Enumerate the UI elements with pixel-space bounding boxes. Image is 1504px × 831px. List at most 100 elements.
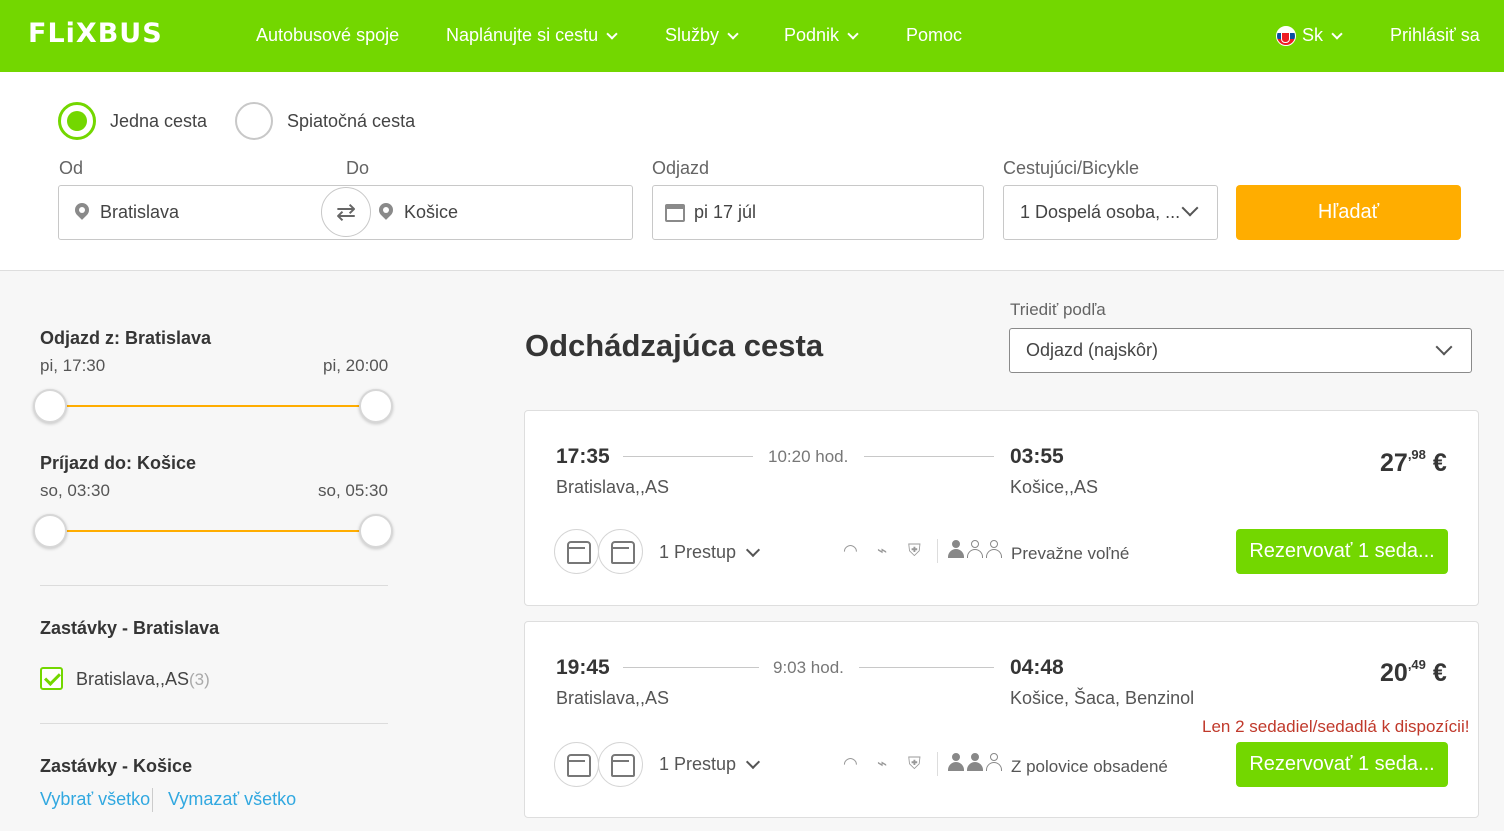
wifi-icon: ◠ — [843, 754, 858, 773]
arrival-slider-track — [50, 530, 376, 532]
nav-label: Naplánujte si cestu — [446, 25, 599, 45]
flixbus-logo[interactable]: FLiXBUS — [28, 18, 163, 49]
sort-value: Odjazd (najskôr) — [1026, 340, 1159, 360]
passengers-value: 1 Dospelá osoba, ... — [1020, 202, 1181, 222]
price-cents: ,98 — [1407, 447, 1426, 462]
occupancy-icon — [947, 540, 1007, 562]
radio-one-way[interactable]: Jedna cesta — [58, 102, 207, 140]
trip-price: 27,98 € — [1380, 447, 1447, 478]
price-main: 27 — [1380, 449, 1408, 477]
arrival-max-time: so, 05:30 — [318, 481, 388, 500]
departure-slider-min-handle[interactable] — [33, 389, 67, 423]
stops-to-title: Zastávky - Košice — [40, 756, 193, 776]
book-seat-button[interactable]: Rezervovať 1 seda... — [1236, 529, 1448, 574]
divider — [40, 723, 388, 724]
transfer-toggle[interactable]: 1 Prestup — [659, 542, 761, 563]
trip-card: 17:35 10:20 hod. 03:55 Bratislava,,AS Ko… — [524, 410, 1479, 606]
price-currency: € — [1432, 449, 1447, 477]
power-plug-icon: ⌁ — [877, 754, 888, 773]
arrival-min-time: so, 03:30 — [40, 481, 110, 500]
seat-availability-warning: Len 2 sedadiel/sedadlá k dispozícii! — [1202, 717, 1470, 736]
trip-duration: 10:20 hod. — [768, 447, 849, 466]
route-line — [859, 667, 994, 668]
link-separator — [152, 788, 153, 812]
radio-round-trip[interactable]: Spiatočná cesta — [235, 102, 415, 140]
stops-from-title: Zastávky - Bratislava — [40, 618, 220, 638]
arrival-slider-min-handle[interactable] — [33, 514, 67, 548]
chevron-down-icon — [727, 27, 739, 40]
radio-label: Spiatočná cesta — [287, 110, 416, 131]
person-icon — [985, 753, 1003, 771]
passengers-select[interactable]: 1 Dospelá osoba, ... — [1003, 185, 1218, 240]
power-plug-icon: ⌁ — [877, 541, 888, 560]
person-icon — [947, 540, 965, 558]
chevron-down-icon — [1181, 199, 1199, 217]
date-label: Odjazd — [652, 158, 710, 178]
arrival-station: Košice, Šaca, Benzinol — [1010, 688, 1195, 708]
hygiene-icon: ⛨ — [908, 754, 921, 773]
sort-select[interactable]: Odjazd (najskôr) — [1009, 328, 1472, 373]
date-value: pi 17 júl — [694, 202, 757, 222]
transfer-label: 1 Prestup — [659, 754, 737, 774]
search-panel: Jedna cesta Spiatočná cesta Od Do Bratis… — [0, 72, 1504, 271]
arrival-time: 04:48 — [1010, 656, 1064, 679]
language-label: Sk — [1302, 25, 1324, 45]
departure-slider-max-handle[interactable] — [359, 389, 393, 423]
occupancy-label: Z polovice obsadené — [1011, 757, 1168, 776]
departure-slider-track — [50, 405, 376, 407]
price-currency: € — [1432, 659, 1447, 687]
transfer-toggle[interactable]: 1 Prestup — [659, 754, 761, 775]
bus-icon — [598, 742, 643, 787]
amenity-separator — [937, 539, 938, 563]
from-value: Bratislava — [100, 202, 180, 222]
trip-card: 19:45 9:03 hod. 04:48 Bratislava,,AS Koš… — [524, 621, 1479, 818]
stop-checkbox-checked[interactable] — [40, 667, 63, 690]
radio-selected-icon — [58, 102, 96, 140]
transfer-label: 1 Prestup — [659, 542, 737, 562]
arrival-filter-title: Príjazd do: Košice — [40, 453, 197, 473]
language-selector[interactable]: Sk — [1276, 25, 1343, 46]
search-button[interactable]: Hľadať — [1236, 185, 1461, 240]
price-cents: ,49 — [1407, 657, 1426, 672]
login-link[interactable]: Prihlásiť sa — [1390, 25, 1480, 46]
departure-max-time: pi, 20:00 — [323, 356, 389, 375]
person-icon — [966, 753, 984, 771]
clear-all-link[interactable]: Vymazať všetko — [168, 789, 296, 810]
stop-name: Bratislava,,AS — [76, 669, 190, 689]
nav-help[interactable]: Pomoc — [906, 25, 962, 46]
nav-label: Služby — [665, 25, 720, 45]
arrival-slider-max-handle[interactable] — [359, 514, 393, 548]
calendar-icon — [665, 204, 685, 222]
from-field[interactable]: Bratislava — [59, 186, 346, 239]
nav-bus-routes[interactable]: Autobusové spoje — [256, 25, 399, 46]
date-field[interactable]: pi 17 júl — [652, 185, 984, 240]
top-nav-bar: FLiXBUS Autobusové spoje Naplánujte si c… — [0, 0, 1504, 72]
occupancy-label: Prevažne voľné — [1011, 544, 1130, 563]
trip-duration: 9:03 hod. — [773, 658, 844, 677]
page-title: Odchádzajúca cesta — [525, 328, 824, 363]
to-field[interactable]: Košice — [347, 186, 634, 239]
nav-services[interactable]: Služby — [665, 25, 739, 46]
trip-price: 20,49 € — [1380, 657, 1447, 688]
swap-direction-button[interactable]: ⇄ — [321, 187, 371, 237]
radio-label: Jedna cesta — [110, 110, 208, 131]
bus-icon — [554, 742, 599, 787]
hygiene-icon: ⛨ — [908, 541, 921, 560]
stop-count: (3) — [189, 670, 210, 689]
arrival-station: Košice,,AS — [1010, 477, 1099, 497]
nav-company[interactable]: Podnik — [784, 25, 859, 46]
radio-unselected-icon — [235, 102, 273, 140]
location-pin-icon — [72, 200, 92, 220]
route-line — [623, 456, 753, 457]
select-all-link[interactable]: Vybrať všetko — [40, 789, 150, 810]
slovak-flag-icon — [1276, 25, 1296, 46]
to-label: Do — [346, 158, 370, 178]
sort-label: Triediť podľa — [1010, 300, 1106, 319]
nav-plan-trip[interactable]: Naplánujte si cestu — [446, 25, 618, 46]
book-seat-button[interactable]: Rezervovať 1 seda... — [1236, 742, 1448, 787]
price-main: 20 — [1380, 659, 1408, 687]
departure-filter-title: Odjazd z: Bratislava — [40, 328, 212, 348]
chevron-down-icon — [606, 27, 618, 40]
wifi-icon: ◠ — [843, 541, 858, 560]
chevron-down-icon — [745, 542, 761, 557]
